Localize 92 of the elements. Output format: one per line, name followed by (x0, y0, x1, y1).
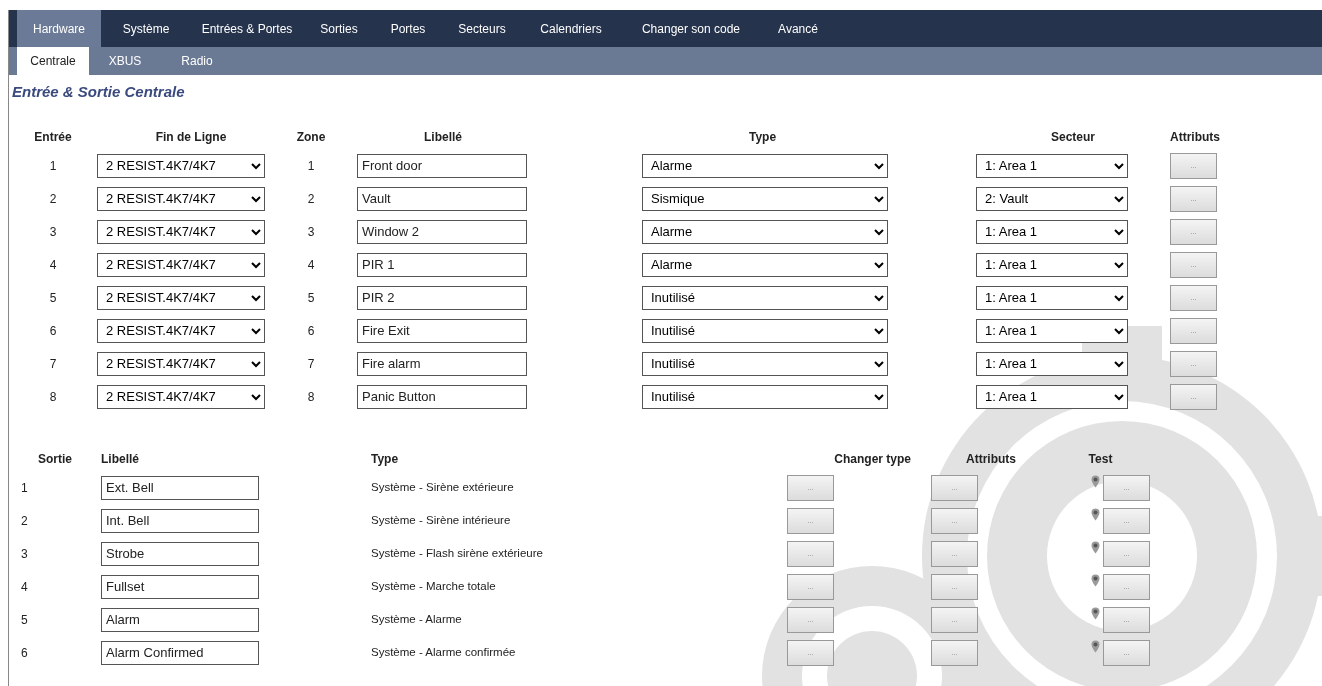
table-cell: Système - Sirène extérieure (371, 480, 514, 493)
table-cell: 6 (21, 645, 28, 660)
nav-tab[interactable]: Secteurs (441, 10, 523, 47)
column-header: Libellé (101, 451, 139, 466)
dropdown[interactable]: 1: Area 1 (976, 252, 1128, 277)
column-header: Libellé (424, 129, 462, 144)
dropdown[interactable]: 2 RESIST.4K7/4K7 (97, 285, 265, 310)
text-field[interactable]: Ext. Bell (101, 475, 259, 500)
text-field[interactable]: Fullset (101, 574, 259, 599)
table-cell: 3 (49, 224, 57, 239)
column-header: Entrée (34, 129, 72, 144)
dropdown[interactable]: 2 RESIST.4K7/4K7 (97, 153, 265, 178)
column-header: Attributs (966, 451, 1016, 466)
table-cell: 6 (49, 323, 57, 338)
table-cell: 1 (307, 158, 315, 173)
text-field[interactable]: Int. Bell (101, 508, 259, 533)
dropdown[interactable]: 1: Area 1 (976, 384, 1128, 409)
column-header: Changer type (834, 451, 911, 466)
table-cell: 7 (49, 356, 57, 371)
column-header: Type (748, 129, 777, 144)
text-field[interactable]: Vault (357, 186, 527, 211)
table-cell: 1 (49, 158, 57, 173)
text-field[interactable]: Fire Exit (357, 318, 527, 343)
sub-tab[interactable]: XBUS (89, 47, 161, 75)
text-field[interactable]: Fire alarm (357, 351, 527, 376)
table-cell: 2 (307, 191, 315, 206)
table-cell: 6 (307, 323, 315, 338)
nav-tab[interactable]: Hardware (17, 10, 101, 47)
column-header: Sortie (38, 451, 72, 466)
dropdown[interactable]: 2 RESIST.4K7/4K7 (97, 186, 265, 211)
nav-tab[interactable]: Calendriers (523, 10, 619, 47)
sub-tab[interactable]: Centrale (17, 47, 89, 75)
dropdown[interactable]: Inutilisé (642, 285, 888, 310)
table-cell: Système - Sirène intérieure (371, 513, 511, 526)
dropdown[interactable]: Alarme (642, 252, 888, 277)
text-field[interactable]: Alarm Confirmed (101, 640, 259, 665)
table-cell: 5 (21, 612, 28, 627)
dropdown[interactable]: 2: Vault (976, 186, 1128, 211)
table-cell: 7 (307, 356, 315, 371)
dropdown[interactable]: 2 RESIST.4K7/4K7 (97, 318, 265, 343)
table-cell: 5 (49, 290, 57, 305)
column-header: Attributs (1170, 129, 1220, 144)
dropdown[interactable]: 1: Area 1 (976, 318, 1128, 343)
table-cell: 5 (307, 290, 315, 305)
column-header: Fin de Ligne (155, 129, 227, 144)
table-cell: 1 (21, 480, 28, 495)
text-field[interactable]: Panic Button (357, 384, 527, 409)
text-field[interactable]: Front door (357, 153, 527, 178)
dropdown[interactable]: 1: Area 1 (976, 153, 1128, 178)
nav-tab[interactable]: Portes (375, 10, 441, 47)
table-cell: 2 (49, 191, 57, 206)
dropdown[interactable]: 1: Area 1 (976, 285, 1128, 310)
dropdown[interactable]: 2 RESIST.4K7/4K7 (97, 351, 265, 376)
column-header: Test (1088, 451, 1113, 466)
page-title: Entrée & Sortie Centrale (12, 82, 185, 102)
text-field[interactable]: Window 2 (357, 219, 527, 244)
dropdown[interactable]: Inutilisé (642, 318, 888, 343)
dropdown[interactable]: 2 RESIST.4K7/4K7 (97, 252, 265, 277)
dropdown[interactable]: Sismique (642, 186, 888, 211)
column-header: Secteur (1051, 129, 1095, 144)
dropdown[interactable]: 1: Area 1 (976, 219, 1128, 244)
table-cell: Système - Alarme confirmée (371, 645, 516, 658)
column-header: Type (371, 451, 399, 466)
dropdown[interactable]: Inutilisé (642, 351, 888, 376)
sub-tab[interactable]: Radio (161, 47, 233, 75)
table-cell: 4 (307, 257, 315, 272)
dropdown[interactable]: 1: Area 1 (976, 351, 1128, 376)
table-cell: 3 (307, 224, 315, 239)
text-field[interactable]: PIR 2 (357, 285, 527, 310)
table-cell: Système - Flash sirène extérieure (371, 546, 543, 559)
nav-tab[interactable]: Avancé (763, 10, 833, 47)
dropdown[interactable]: Alarme (642, 153, 888, 178)
text-field[interactable]: PIR 1 (357, 252, 527, 277)
table-cell: 8 (307, 389, 315, 404)
table-cell: 4 (49, 257, 57, 272)
table-cell: Système - Marche totale (371, 579, 496, 592)
nav-tab[interactable]: Sorties (303, 10, 375, 47)
dropdown[interactable]: Inutilisé (642, 384, 888, 409)
dropdown[interactable]: 2 RESIST.4K7/4K7 (97, 219, 265, 244)
table-cell: 3 (21, 546, 28, 561)
column-header: Zone (296, 129, 326, 144)
text-field[interactable]: Alarm (101, 607, 259, 632)
nav-tab[interactable]: Entrées & Portes (191, 10, 303, 47)
table-cell: 8 (49, 389, 57, 404)
table-cell: Système - Alarme (371, 612, 462, 625)
dropdown[interactable]: 2 RESIST.4K7/4K7 (97, 384, 265, 409)
dropdown[interactable]: Alarme (642, 219, 888, 244)
nav-tab[interactable]: Changer son code (619, 10, 763, 47)
table-cell: 2 (21, 513, 28, 528)
table-cell: 4 (21, 579, 28, 594)
text-field[interactable]: Strobe (101, 541, 259, 566)
nav-tab[interactable]: Système (101, 10, 191, 47)
